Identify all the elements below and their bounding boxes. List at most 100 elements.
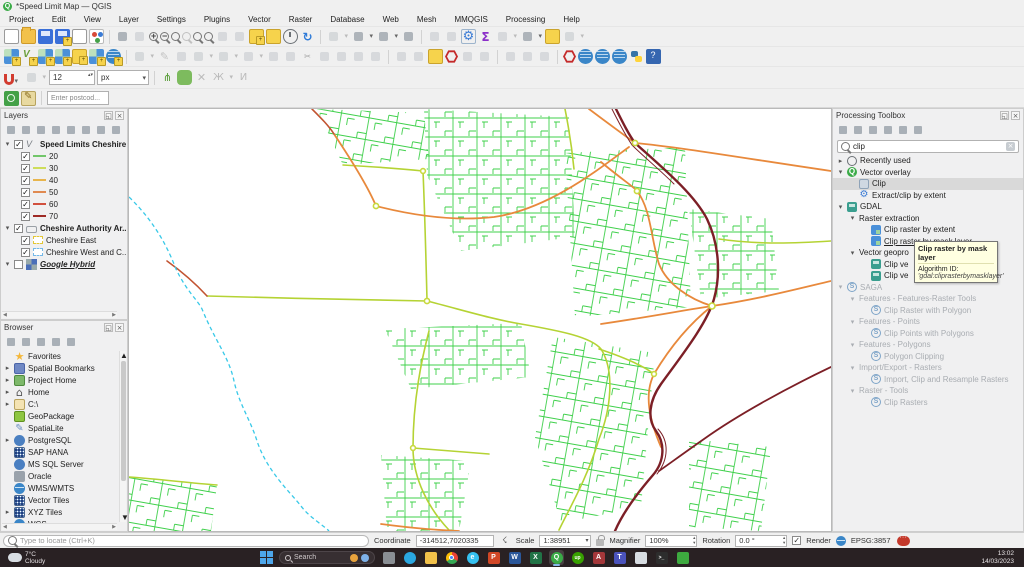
expander-icon[interactable]: ▸ xyxy=(4,388,11,396)
postcode-search-icon[interactable] xyxy=(4,91,19,106)
browser-item-oracle[interactable]: Oracle xyxy=(1,470,118,482)
algorithm-row[interactable]: ▸Recently used xyxy=(833,155,1023,167)
filter-legend-icon[interactable] xyxy=(50,124,62,136)
mmqgis-menu-icon[interactable] xyxy=(563,50,576,63)
pan-to-selection-icon[interactable] xyxy=(132,29,147,44)
menu-settings[interactable]: Settings xyxy=(148,15,195,24)
rotation-spinbox[interactable]: 0.0 ° xyxy=(735,535,787,547)
layer-labeling-options-icon[interactable] xyxy=(394,49,409,64)
expander-icon[interactable]: ▾ xyxy=(837,283,844,291)
browser-item-folder[interactable]: ▸C:\ xyxy=(1,398,118,410)
log-messages-icon[interactable] xyxy=(897,536,910,546)
self-snapping-icon[interactable]: И xyxy=(236,70,251,85)
show-bookmarks-icon[interactable] xyxy=(266,29,281,44)
new-bookmark-icon[interactable] xyxy=(249,29,264,44)
browser-item-sap-hana[interactable]: SAP HANA xyxy=(1,446,118,458)
taskbar-clock[interactable]: 13:02 14/03/2023 xyxy=(981,550,1024,565)
expander-icon[interactable]: ▸ xyxy=(4,364,11,372)
zoom-native-icon[interactable] xyxy=(204,32,213,41)
collapse-all-icon[interactable] xyxy=(50,336,62,348)
expander-icon[interactable]: ▾ xyxy=(849,341,856,349)
browser-item-mssql[interactable]: MS SQL Server xyxy=(1,458,118,470)
menu-raster[interactable]: Raster xyxy=(280,15,322,24)
taskbar-app-word[interactable]: W xyxy=(507,550,522,565)
add-selected-layer-icon[interactable] xyxy=(5,336,17,348)
collapse-all-icon[interactable] xyxy=(95,124,107,136)
render-checkbox[interactable]: ✓ xyxy=(792,536,801,545)
field-calculator-icon[interactable] xyxy=(495,29,510,44)
snapping-tolerance-spinbox[interactable]: 12▴▾ xyxy=(49,70,95,85)
toggle-editing-icon[interactable]: ✎ xyxy=(157,49,172,64)
topological-editing-icon[interactable]: ⋔ xyxy=(160,70,175,85)
browser-item-xyz-tiles[interactable]: ▸XYZ Tiles xyxy=(1,506,118,518)
label-move-icon[interactable] xyxy=(477,49,492,64)
capture-map-icon[interactable] xyxy=(351,29,366,44)
layers-panel-float-button[interactable]: ◱ xyxy=(104,111,113,120)
postcode-input[interactable]: Enter postcod... xyxy=(47,91,109,105)
vertex-tool-all-icon[interactable] xyxy=(216,49,231,64)
data-source-manager-icon[interactable] xyxy=(4,49,19,64)
taskbar-app-upnote[interactable]: up xyxy=(570,550,585,565)
algorithm-row[interactable]: SImport, Clip and Resample Rasters xyxy=(833,374,1023,386)
algorithm-row[interactable]: ▾Features - Features-Raster Tools xyxy=(833,293,1023,305)
taskbar-app-qgis[interactable]: Q xyxy=(549,550,564,565)
label-rotate-icon[interactable] xyxy=(520,49,535,64)
expander-icon[interactable]: ▾ xyxy=(849,364,856,372)
geocoding-icon[interactable] xyxy=(595,49,610,64)
add-vector-layer-icon[interactable] xyxy=(21,49,36,64)
magnifier-spinbox[interactable]: 100% xyxy=(645,535,697,547)
refresh-icon[interactable]: ↻ xyxy=(300,29,315,44)
zoom-in-icon[interactable] xyxy=(149,32,158,41)
taskbar-app-edge[interactable]: e xyxy=(465,550,480,565)
manage-map-themes-icon[interactable] xyxy=(35,124,47,136)
taskbar-app-terminal[interactable]: >_ xyxy=(654,550,669,565)
taskbar-search-box[interactable]: Search xyxy=(279,551,375,564)
add-postgis-layer-icon[interactable] xyxy=(89,49,104,64)
crs-status[interactable]: EPSG:3857 xyxy=(851,536,891,545)
layer-child-row[interactable]: ✓50 xyxy=(1,186,127,198)
expander-icon[interactable]: ▾ xyxy=(849,318,856,326)
browser-item-geopackage[interactable]: GeoPackage xyxy=(1,410,118,422)
edit-features-inplace-icon[interactable] xyxy=(897,124,909,136)
taskbar-app-access[interactable]: A xyxy=(591,550,606,565)
options-icon[interactable] xyxy=(912,124,924,136)
modify-attributes-icon[interactable] xyxy=(266,49,281,64)
search-features-icon[interactable] xyxy=(562,29,577,44)
layer-checkbox[interactable] xyxy=(14,260,23,269)
menu-project[interactable]: Project xyxy=(0,15,43,24)
algorithm-row[interactable]: ▾Import/Export - Rasters xyxy=(833,362,1023,374)
layer-child-row[interactable]: ✓70 xyxy=(1,210,127,222)
algorithm-row[interactable]: SClip Points with Polygons xyxy=(833,328,1023,340)
cut-features-icon[interactable]: ✂ xyxy=(300,49,315,64)
expander-icon[interactable]: ▸ xyxy=(837,157,844,165)
label-pin-red-icon[interactable] xyxy=(445,50,458,63)
redo-icon[interactable] xyxy=(368,49,383,64)
snapping-on-intersection-icon[interactable] xyxy=(177,70,192,85)
label-change-icon[interactable] xyxy=(503,49,518,64)
label-toolbar-icon[interactable] xyxy=(545,29,560,44)
menu-vector[interactable]: Vector xyxy=(239,15,280,24)
zoom-full-icon[interactable] xyxy=(171,32,180,41)
remove-layer-icon[interactable] xyxy=(110,124,122,136)
processing-toolbox-icon[interactable]: ⚙ xyxy=(461,29,476,44)
identify-features-icon[interactable] xyxy=(427,29,442,44)
algorithm-row[interactable]: SPolygon Clipping xyxy=(833,351,1023,363)
expander-icon[interactable]: ▾ xyxy=(849,214,856,222)
browser-item-project-home[interactable]: ▸Project Home xyxy=(1,374,118,386)
expander-icon[interactable]: ▾ xyxy=(849,295,856,303)
expander-icon[interactable]: ▸ xyxy=(4,400,11,408)
zoom-out-icon[interactable] xyxy=(160,32,169,41)
layer-group-row[interactable]: ▾✓Cheshire Authority Ar... xyxy=(1,222,127,234)
layer-child-row[interactable]: ✓20 xyxy=(1,150,127,162)
taskbar-app-teams[interactable]: T xyxy=(612,550,627,565)
save-project-icon[interactable] xyxy=(38,29,53,44)
zoom-to-layer-icon[interactable] xyxy=(193,32,202,41)
expander-icon[interactable]: ▾ xyxy=(4,140,11,148)
zoom-to-selection-icon[interactable] xyxy=(182,32,191,41)
zoom-last-icon[interactable] xyxy=(215,29,230,44)
algorithm-row[interactable]: SClip Raster with Polygon xyxy=(833,305,1023,317)
osm-search-icon[interactable] xyxy=(612,49,627,64)
open-attribute-table-icon[interactable] xyxy=(444,29,459,44)
browser-item-wms[interactable]: WMS/WMTS xyxy=(1,482,118,494)
save-project-as-icon[interactable] xyxy=(55,29,70,44)
